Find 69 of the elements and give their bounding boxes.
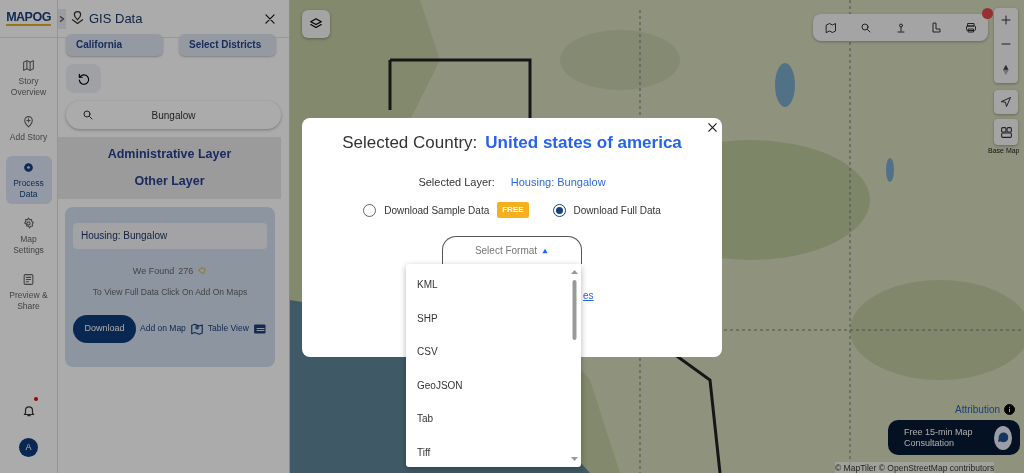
found-label: We Found — [132, 264, 175, 278]
close-icon[interactable] — [263, 11, 277, 26]
layers-button[interactable] — [302, 10, 330, 38]
dropdown-option[interactable]: SHP — [406, 301, 581, 335]
layer-label: Selected Layer: — [418, 174, 495, 190]
avatar[interactable]: A — [19, 438, 38, 457]
search-icon — [82, 109, 94, 121]
chat-icon — [996, 431, 1010, 444]
panel-title: GIS Data — [89, 9, 143, 28]
map-icon — [22, 59, 35, 72]
download-link[interactable]: es — [583, 288, 594, 303]
dropdown-option[interactable]: KML — [406, 268, 581, 302]
refresh-button[interactable] — [66, 64, 101, 93]
settings-icon — [22, 217, 35, 231]
print-icon[interactable] — [964, 21, 977, 34]
dropdown-option[interactable]: GeoJSON — [406, 368, 581, 402]
chevron-icon — [59, 14, 65, 23]
table-view-link[interactable]: Table View — [207, 322, 267, 336]
polygon-icon — [197, 266, 208, 277]
gear-icon — [22, 160, 35, 174]
bell-icon[interactable] — [21, 403, 36, 418]
nav-item[interactable]: Add Story — [5, 110, 52, 148]
compass-icon[interactable] — [1001, 62, 1011, 77]
nav-item[interactable]: Map Settings — [5, 212, 52, 261]
dropdown-option[interactable]: Tab — [406, 402, 581, 436]
nav-item[interactable]: Process Data — [5, 155, 52, 205]
region-button[interactable]: Select Districts — [179, 34, 276, 56]
search-field[interactable]: Bungalow — [66, 101, 281, 129]
close-icon[interactable] — [706, 121, 719, 134]
dropdown-option[interactable]: Tiff — [406, 435, 581, 467]
basemap-button[interactable] — [994, 119, 1018, 145]
country-name: United states of america — [485, 132, 682, 154]
pin-icon — [22, 115, 35, 129]
search-icon[interactable] — [859, 21, 872, 34]
zoom-in-icon[interactable] — [1000, 14, 1012, 27]
document-icon — [22, 273, 35, 287]
format-select[interactable]: Select Format — [442, 236, 582, 264]
map-pin-icon — [189, 321, 204, 336]
nav-item[interactable]: Story Overview — [5, 54, 52, 103]
basemap-icon — [999, 125, 1013, 139]
free-badge: FREE — [497, 202, 529, 218]
attribution-link[interactable]: Attribution — [955, 402, 1001, 417]
layer-name: Housing: Bungalow — [510, 174, 606, 190]
consultation-button[interactable]: Free 15-min Map Consultation — [888, 420, 1020, 455]
radio-option[interactable]: Download Sample Data FREE — [363, 202, 529, 218]
layer-group-heading[interactable]: Other Layer — [134, 171, 205, 191]
download-button[interactable]: Download — [73, 314, 136, 343]
map-icon[interactable] — [824, 21, 837, 34]
nav-item[interactable]: Preview & Share — [5, 268, 52, 317]
locate-button[interactable] — [994, 90, 1018, 114]
logo[interactable]: MAPOG — [6, 10, 51, 27]
layer-name-field: Housing: Bungalow — [73, 222, 267, 249]
layers-icon — [309, 17, 323, 31]
navigation-icon — [1000, 96, 1012, 108]
radio-option[interactable]: Download Full Data — [552, 202, 661, 218]
close-toolbar-button[interactable] — [982, 8, 993, 19]
info-icon[interactable] — [1004, 404, 1016, 415]
layers-pin-icon — [70, 11, 85, 26]
dropdown-option[interactable]: CSV — [406, 335, 581, 369]
layer-group-heading[interactable]: Administrative Layer — [107, 145, 232, 164]
table-icon — [252, 322, 267, 335]
found-count: 276 — [178, 264, 194, 278]
expand-button[interactable] — [58, 8, 66, 29]
dialog-title: Selected Country: — [342, 132, 478, 154]
add-on-map-link[interactable]: Add on Map — [140, 321, 204, 336]
refresh-icon — [76, 71, 91, 86]
region-button[interactable]: California — [66, 34, 163, 56]
scrollbar[interactable] — [570, 268, 579, 463]
hint-text: To View Full Data Click On Add On Maps — [91, 286, 249, 299]
